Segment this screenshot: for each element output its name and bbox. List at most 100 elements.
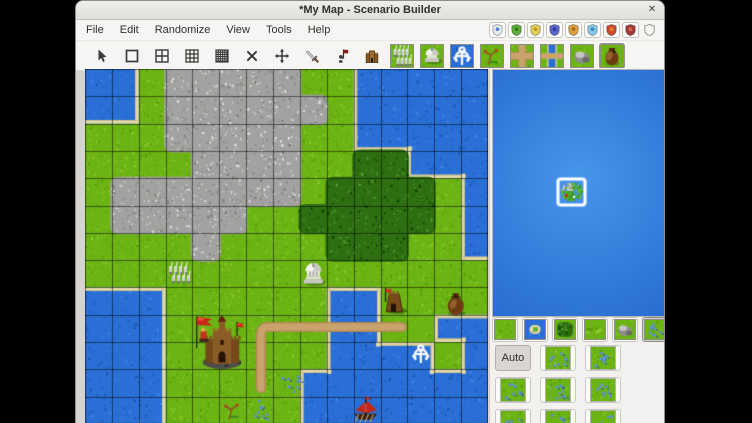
army-object-tool[interactable]: [389, 43, 415, 69]
flower-tile-icon: [545, 346, 571, 370]
window-content: Auto: [76, 68, 664, 423]
pointer-tool[interactable]: [89, 43, 115, 69]
flower-tile-icon: [590, 378, 616, 402]
shield-icon: [567, 23, 580, 37]
flower-tile-icon: [500, 378, 526, 402]
terrain-water-button[interactable]: [522, 317, 548, 342]
terrain-category-row: [492, 317, 665, 343]
brush-single-tool[interactable]: [119, 43, 145, 69]
minimap-canvas[interactable]: [492, 69, 665, 317]
tile-plant-icon: [480, 44, 504, 68]
cross-icon: [244, 48, 260, 64]
shield-icon: [643, 23, 656, 37]
flower-tile-icon: [545, 410, 571, 423]
brush-5x5-tool[interactable]: [209, 43, 235, 69]
flower-tile-variant-8[interactable]: [585, 409, 621, 423]
island-tile-icon: [524, 319, 546, 340]
shield-icon: [586, 23, 599, 37]
tile-rock-icon: [570, 44, 594, 68]
square1-icon: [124, 48, 140, 64]
tile-bridge-icon: [540, 44, 564, 68]
menu-view[interactable]: View: [218, 21, 258, 39]
anchor-object-tool[interactable]: [449, 43, 475, 69]
flowers-tile-icon: [644, 319, 665, 340]
flower-tile-variant-1[interactable]: [540, 345, 576, 371]
tile-road-icon: [510, 44, 534, 68]
tile-pouch-icon: [600, 44, 624, 68]
player-shield-white[interactable]: [489, 22, 506, 38]
flower-tile-variant-6[interactable]: [495, 409, 531, 423]
tile-anchor-icon: [450, 44, 474, 68]
castle-tool[interactable]: [359, 43, 385, 69]
grid3-icon: [184, 48, 200, 64]
shield-icon: [624, 23, 637, 37]
map-canvas[interactable]: [85, 69, 488, 423]
menu-items: FileEditRandomizeViewToolsHelp: [78, 21, 338, 39]
menu-randomize[interactable]: Randomize: [147, 21, 219, 39]
menu-help[interactable]: Help: [300, 21, 339, 39]
shield-icon: [510, 23, 523, 37]
flower-tile-variant-3[interactable]: [495, 377, 531, 403]
terrain-grass-button[interactable]: [492, 317, 518, 342]
shield-icon: [529, 23, 542, 37]
player-shield-teal[interactable]: [584, 22, 601, 38]
erase-tool[interactable]: [239, 43, 265, 69]
terrain-rocks-button[interactable]: [612, 317, 638, 342]
menu-file[interactable]: File: [78, 21, 112, 39]
plant-object-tool[interactable]: [479, 43, 505, 69]
flower-tile-icon: [590, 346, 616, 370]
flower-tile-variant-5[interactable]: [585, 377, 621, 403]
window-title: *My Map - Scenario Builder: [299, 4, 441, 16]
menu-bar: FileEditRandomizeViewToolsHelp: [76, 20, 664, 41]
side-panel: Auto: [489, 68, 665, 423]
battle-tool[interactable]: [299, 43, 325, 69]
flower-tile-variant-2[interactable]: [585, 345, 621, 371]
tile-variant-grid: Auto: [495, 345, 664, 423]
toolbar: [76, 41, 664, 71]
cursor-icon: [94, 48, 110, 64]
sword-icon: [304, 48, 320, 64]
terrain-bushes-button[interactable]: [582, 317, 608, 342]
player-shield-orange[interactable]: [565, 22, 582, 38]
player-shield-yellow[interactable]: [527, 22, 544, 38]
castle-icon: [364, 48, 380, 64]
window-titlebar[interactable]: *My Map - Scenario Builder ✕: [76, 1, 664, 20]
road-tool[interactable]: [509, 43, 535, 69]
bushes-tile-icon: [584, 319, 606, 340]
terrain-flowers-button[interactable]: [642, 317, 665, 342]
grid5-icon: [214, 48, 230, 64]
pan-tool[interactable]: [269, 43, 295, 69]
flower-tile-icon: [500, 410, 526, 423]
player-shield-none[interactable]: [641, 22, 658, 38]
terrain-forest-button[interactable]: [552, 317, 578, 342]
bridge-tool[interactable]: [539, 43, 565, 69]
hero-icon: [334, 48, 350, 64]
shield-icon: [548, 23, 561, 37]
forest-tile-icon: [554, 319, 576, 340]
flower-tile-variant-4[interactable]: [540, 377, 576, 403]
flower-tile-icon: [590, 410, 616, 423]
brush-3x3-tool[interactable]: [179, 43, 205, 69]
player-shield-blue[interactable]: [546, 22, 563, 38]
rock-object-tool[interactable]: [569, 43, 595, 69]
grass-tile-icon: [494, 319, 516, 340]
pouch-object-tool[interactable]: [599, 43, 625, 69]
obelisk-object-tool[interactable]: [419, 43, 445, 69]
brush-2x2-tool[interactable]: [149, 43, 175, 69]
tile-obelisk-icon: [420, 44, 444, 68]
hero-tool[interactable]: [329, 43, 355, 69]
scenario-builder-window: *My Map - Scenario Builder ✕ FileEditRan…: [75, 0, 665, 423]
flower-tile-icon: [545, 378, 571, 402]
window-close-button[interactable]: ✕: [645, 3, 659, 16]
menu-edit[interactable]: Edit: [112, 21, 147, 39]
flower-tile-variant-7[interactable]: [540, 409, 576, 423]
player-shields: [489, 22, 658, 38]
auto-tile-button[interactable]: Auto: [495, 345, 531, 371]
menu-tools[interactable]: Tools: [258, 21, 300, 39]
shield-icon: [491, 23, 504, 37]
player-shield-green[interactable]: [508, 22, 525, 38]
grid2-icon: [154, 48, 170, 64]
tile-army-icon: [390, 44, 414, 68]
player-shield-crimson[interactable]: [622, 22, 639, 38]
player-shield-red[interactable]: [603, 22, 620, 38]
